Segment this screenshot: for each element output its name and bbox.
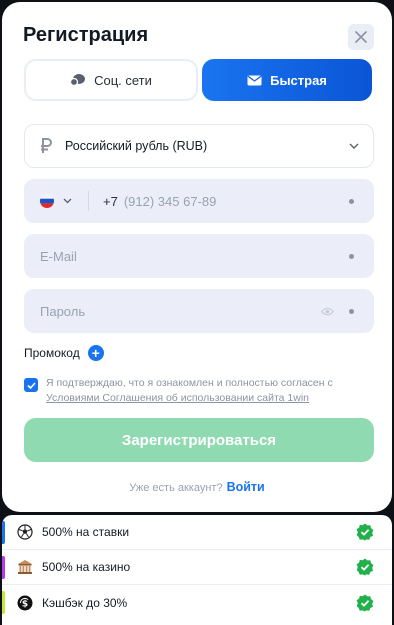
casino-building-icon — [16, 558, 34, 576]
verified-check-icon — [356, 594, 374, 611]
currency-select[interactable]: Российский рубль (RUB) — [24, 124, 374, 168]
tab-fast-label: Быстрая — [270, 72, 327, 88]
phone-divider — [88, 191, 89, 211]
svg-text:$: $ — [22, 599, 28, 609]
agreement-checkbox[interactable] — [24, 378, 38, 392]
close-icon — [355, 31, 367, 43]
promo-label: Промокод — [24, 346, 80, 360]
close-button[interactable] — [348, 24, 374, 50]
register-button[interactable]: Зарегистрироваться — [24, 418, 374, 462]
checkmark-icon — [26, 381, 36, 389]
phone-field: +7 — [24, 179, 374, 223]
agreement-text: Я подтверждаю, что я ознакомлен и полнос… — [46, 376, 333, 406]
promo-code-toggle[interactable]: Промокод + — [24, 345, 104, 361]
dialog-title: Регистрация — [23, 24, 149, 46]
bonus-accent-bar — [2, 556, 5, 579]
bonus-accent-bar — [2, 591, 5, 614]
cashback-icon: $ — [16, 594, 34, 612]
email-field — [24, 234, 374, 278]
required-dot — [349, 254, 354, 259]
eye-icon[interactable] — [321, 307, 334, 316]
bonus-label: 500% на ставки — [42, 525, 130, 539]
phone-input[interactable] — [123, 193, 374, 209]
bonus-item-sports: 500% на ставки — [2, 515, 392, 550]
have-account-text: Уже есть аккаунт? — [129, 482, 223, 494]
agreement: Я подтверждаю, что я ознакомлен и полнос… — [24, 376, 376, 406]
required-dot — [349, 199, 354, 204]
tab-fast[interactable]: Быстрая — [202, 59, 372, 101]
tab-social-label: Соц. сети — [94, 72, 152, 88]
bonus-list: 500% на ставки 500% на казино $ Кэшбэк д… — [2, 515, 392, 625]
envelope-icon — [247, 75, 262, 85]
russia-flag-icon — [40, 194, 54, 208]
country-select[interactable] — [40, 194, 72, 208]
ruble-icon — [41, 138, 52, 153]
password-field — [24, 289, 374, 333]
chevron-down-icon — [63, 198, 72, 204]
verified-check-icon — [356, 558, 374, 576]
registration-tabs: Соц. сети Быстрая — [24, 59, 372, 101]
bonus-item-cashback: $ Кэшбэк до 30% — [2, 585, 392, 620]
phone-code: +7 — [103, 193, 118, 209]
login-prompt: Уже есть аккаунт? Войти — [2, 480, 392, 494]
plus-icon[interactable]: + — [87, 345, 104, 361]
login-link[interactable]: Войти — [227, 480, 265, 494]
required-dot — [349, 309, 354, 314]
soccer-ball-icon — [16, 523, 34, 541]
registration-dialog: Регистрация Соц. сети Быстрая Российский… — [2, 2, 392, 512]
tab-social[interactable]: Соц. сети — [24, 59, 198, 101]
bonus-label: 500% на казино — [42, 560, 131, 574]
terms-link[interactable]: Условиями Соглашения об использовании са… — [46, 392, 309, 404]
bonus-item-casino: 500% на казино — [2, 550, 392, 585]
bonus-label: Кэшбэк до 30% — [42, 595, 128, 610]
verified-check-icon — [356, 523, 374, 541]
chat-bubbles-icon — [70, 74, 86, 87]
currency-value: Российский рубль (RUB) — [65, 139, 208, 153]
chevron-down-icon — [349, 143, 359, 149]
agreement-sentence: Я подтверждаю, что я ознакомлен и полнос… — [46, 377, 333, 389]
bonus-accent-bar — [2, 521, 5, 544]
email-input[interactable] — [40, 248, 374, 264]
